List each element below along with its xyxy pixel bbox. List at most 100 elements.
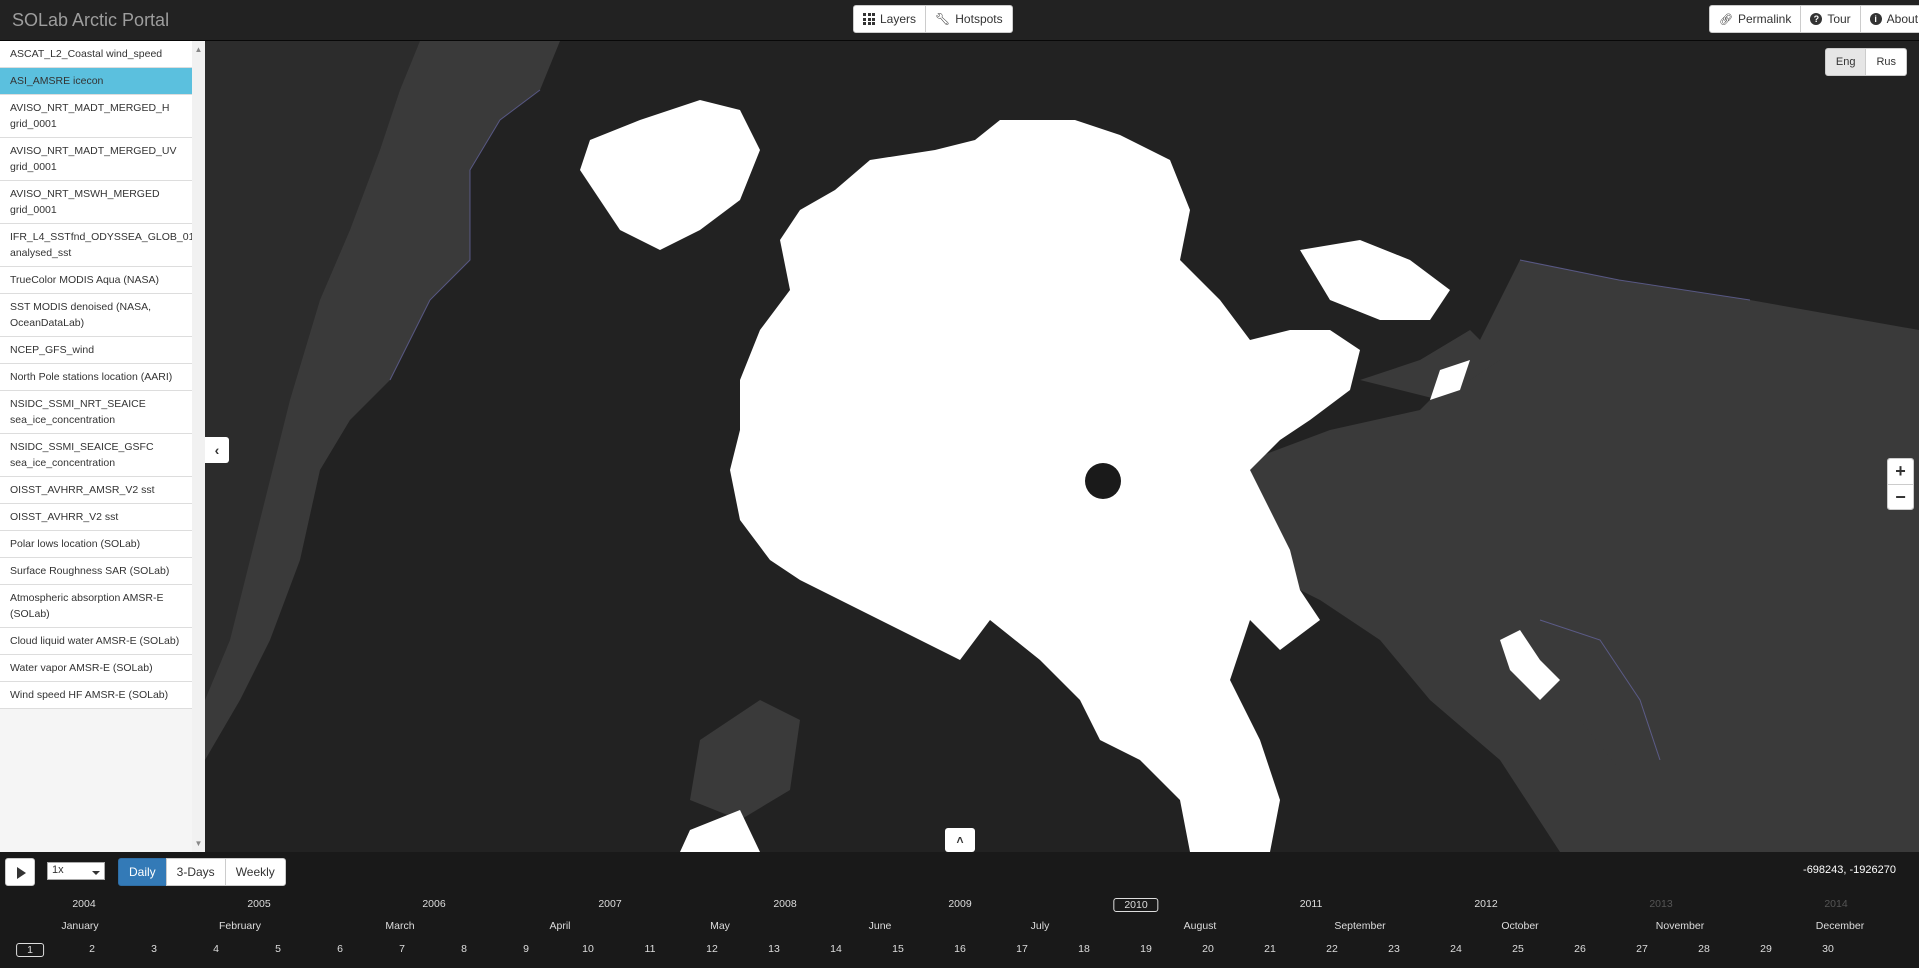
layer-item[interactable]: Water vapor AMSR-E (SOLab) xyxy=(0,655,192,682)
timeline-day[interactable]: 4 xyxy=(213,943,219,955)
zoom-in-button[interactable]: + xyxy=(1888,459,1913,484)
timeline-month[interactable]: July xyxy=(1031,920,1050,932)
timeline-month[interactable]: November xyxy=(1656,920,1704,932)
layer-item[interactable]: OISST_AVHRR_V2 sst xyxy=(0,504,192,531)
permalink-button[interactable]: 🔗︎ Permalink xyxy=(1709,5,1802,33)
timeline-day[interactable]: 3 xyxy=(151,943,157,955)
timeline-day[interactable]: 5 xyxy=(275,943,281,955)
timeline-day[interactable]: 12 xyxy=(706,943,718,955)
timeline-day[interactable]: 13 xyxy=(768,943,780,955)
layer-item[interactable]: Surface Roughness SAR (SOLab) xyxy=(0,558,192,585)
period-3days-button[interactable]: 3-Days xyxy=(165,858,226,886)
scroll-down-icon[interactable]: ▼ xyxy=(194,839,203,848)
layer-item[interactable]: Wind speed HF AMSR-E (SOLab) xyxy=(0,682,192,709)
layer-item[interactable]: AVISO_NRT_MSWH_MERGED grid_0001 xyxy=(0,181,192,224)
timeline-day[interactable]: 7 xyxy=(399,943,405,955)
layer-item[interactable]: Atmospheric absorption AMSR-E (SOLab) xyxy=(0,585,192,628)
right-nav-group: 🔗︎ Permalink ? Tour i About xyxy=(1709,5,1919,33)
map-canvas[interactable] xyxy=(205,41,1919,852)
timeline-day[interactable]: 19 xyxy=(1140,943,1152,955)
timeline-year[interactable]: 2010 xyxy=(1113,898,1159,912)
lang-eng-button[interactable]: Eng xyxy=(1824,48,1867,76)
permalink-button-label: Permalink xyxy=(1737,12,1792,26)
about-button[interactable]: i About xyxy=(1859,5,1919,33)
timeline-day[interactable]: 24 xyxy=(1450,943,1462,955)
app-title[interactable]: SOLab Arctic Portal xyxy=(12,10,169,31)
timeline-month[interactable]: June xyxy=(869,920,892,932)
timeline-day[interactable]: 20 xyxy=(1202,943,1214,955)
timeline-month[interactable]: August xyxy=(1184,920,1217,932)
timeline-day[interactable]: 14 xyxy=(830,943,842,955)
timeline-year[interactable]: 2014 xyxy=(1824,898,1847,910)
timeline-day[interactable]: 10 xyxy=(582,943,594,955)
timeline-month[interactable]: September xyxy=(1334,920,1385,932)
layer-item[interactable]: SST MODIS denoised (NASA, OceanDataLab) xyxy=(0,294,192,337)
timeline-year[interactable]: 2013 xyxy=(1649,898,1672,910)
layer-item[interactable]: OISST_AVHRR_AMSR_V2 sst xyxy=(0,477,192,504)
timeline-day[interactable]: 6 xyxy=(337,943,343,955)
layer-item[interactable]: TrueColor MODIS Aqua (NASA) xyxy=(0,267,192,294)
layer-item[interactable]: AVISO_NRT_MADT_MERGED_UV grid_0001 xyxy=(0,138,192,181)
timeline-year[interactable]: 2012 xyxy=(1474,898,1497,910)
chevron-up-icon: ˄ xyxy=(956,833,964,847)
layers-button[interactable]: Layers xyxy=(853,5,927,33)
timeline-day[interactable]: 15 xyxy=(892,943,904,955)
timeline-day[interactable]: 25 xyxy=(1512,943,1524,955)
timeline-day[interactable]: 26 xyxy=(1574,943,1586,955)
period-weekly-button[interactable]: Weekly xyxy=(224,858,286,886)
timeline-month[interactable]: February xyxy=(219,920,261,932)
layer-item[interactable]: AVISO_NRT_MADT_MERGED_H grid_0001 xyxy=(0,95,192,138)
timeline-day[interactable]: 30 xyxy=(1822,943,1834,955)
collapse-sidebar-button[interactable]: ‹ xyxy=(205,437,229,463)
layer-item[interactable]: Polar lows location (SOLab) xyxy=(0,531,192,558)
play-button[interactable] xyxy=(5,858,35,886)
timeline-day[interactable]: 1 xyxy=(16,943,44,957)
timeline-day[interactable]: 9 xyxy=(523,943,529,955)
timeline-year[interactable]: 2005 xyxy=(247,898,270,910)
timeline-year[interactable]: 2011 xyxy=(1300,898,1323,910)
timeline-month[interactable]: October xyxy=(1501,920,1538,932)
timeline-day[interactable]: 17 xyxy=(1016,943,1028,955)
timeline-year[interactable]: 2006 xyxy=(422,898,445,910)
timeline-year[interactable]: 2007 xyxy=(598,898,621,910)
layer-list: ASCAT_L2_Coastal wind_speed ASI_AMSRE ice… xyxy=(0,41,200,709)
timeline-month[interactable]: April xyxy=(549,920,570,932)
timeline-month[interactable]: January xyxy=(61,920,98,932)
sidebar-scrollbar[interactable]: ▲ ▼ xyxy=(192,41,205,852)
zoom-out-button[interactable]: − xyxy=(1888,484,1913,509)
layer-item[interactable]: IFR_L4_SSTfnd_ODYSSEA_GLOB_010 analysed_… xyxy=(0,224,200,267)
layer-item[interactable]: North Pole stations location (AARI) xyxy=(0,364,192,391)
layer-item[interactable]: NCEP_GFS_wind xyxy=(0,337,192,364)
timeline-day[interactable]: 2 xyxy=(89,943,95,955)
timeline-day[interactable]: 16 xyxy=(954,943,966,955)
timeline-month[interactable]: May xyxy=(710,920,730,932)
timeline-day[interactable]: 11 xyxy=(645,943,656,955)
scroll-up-icon[interactable]: ▲ xyxy=(194,45,203,54)
layer-item[interactable]: ASCAT_L2_Coastal wind_speed xyxy=(0,41,192,68)
timeline-day[interactable]: 21 xyxy=(1264,943,1276,955)
timeline-year[interactable]: 2009 xyxy=(948,898,971,910)
grid-icon xyxy=(863,13,875,25)
timeline-day[interactable]: 22 xyxy=(1326,943,1338,955)
timeline-month[interactable]: March xyxy=(385,920,414,932)
timeline-day[interactable]: 27 xyxy=(1636,943,1648,955)
hotspots-button[interactable]: 🔧︎ Hotspots xyxy=(925,5,1013,33)
timeline-year[interactable]: 2008 xyxy=(773,898,796,910)
layer-item[interactable]: Cloud liquid water AMSR-E (SOLab) xyxy=(0,628,192,655)
timeline-day[interactable]: 18 xyxy=(1078,943,1090,955)
expand-timeline-button[interactable]: ˄ xyxy=(945,828,975,852)
arctic-ice-map xyxy=(205,41,1919,852)
speed-select[interactable]: 1x xyxy=(47,862,105,880)
timeline-year[interactable]: 2004 xyxy=(72,898,95,910)
layer-item[interactable]: NSIDC_SSMI_NRT_SEAICE sea_ice_concentrat… xyxy=(0,391,192,434)
layer-item[interactable]: ASI_AMSRE icecon xyxy=(0,68,192,95)
layer-item[interactable]: NSIDC_SSMI_SEAICE_GSFC sea_ice_concentra… xyxy=(0,434,192,477)
timeline-month[interactable]: December xyxy=(1816,920,1864,932)
timeline-day[interactable]: 23 xyxy=(1388,943,1400,955)
lang-rus-button[interactable]: Rus xyxy=(1865,48,1907,76)
timeline-day[interactable]: 8 xyxy=(461,943,467,955)
tour-button[interactable]: ? Tour xyxy=(1800,5,1861,33)
timeline-day[interactable]: 28 xyxy=(1698,943,1710,955)
timeline-day[interactable]: 29 xyxy=(1760,943,1772,955)
period-daily-button[interactable]: Daily xyxy=(118,858,167,886)
